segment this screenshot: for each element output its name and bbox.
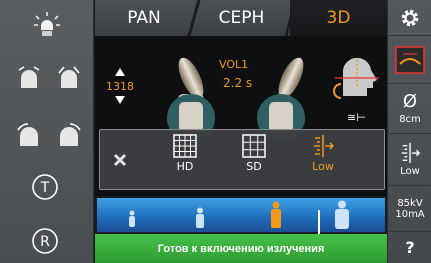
head-side-left-icon: [17, 123, 38, 146]
fov-button[interactable]: Ø 8cm: [388, 84, 431, 134]
t-button[interactable]: T: [30, 172, 60, 202]
circle-t-icon: T: [32, 174, 58, 200]
sensor-icon: ≅⊢: [347, 111, 366, 124]
status-bar: Готов к включению излучения: [95, 234, 387, 263]
tab-3d[interactable]: 3D: [290, 0, 387, 36]
ma-value: 10mA: [395, 208, 425, 220]
patient-size-selector: [95, 196, 387, 263]
dose-button[interactable]: Low: [388, 134, 431, 186]
dose-label: Low: [400, 166, 420, 177]
head-side-right-button[interactable]: [54, 120, 84, 150]
r-button[interactable]: R: [30, 226, 60, 256]
help-button[interactable]: ?: [388, 232, 431, 263]
grid-hd-icon: [173, 134, 197, 158]
light-button[interactable]: [32, 10, 62, 40]
mode-tabs: PAN CEPH 3D: [95, 0, 387, 36]
head-tilt-down-icon: [18, 66, 40, 88]
option-sd[interactable]: SD: [224, 134, 284, 188]
adult-large-icon[interactable]: [333, 200, 351, 230]
exposure-time: 2.2 s: [223, 76, 253, 90]
r-label: R: [40, 234, 50, 250]
arrow-up-icon: [115, 68, 125, 76]
fov-value: 8cm: [399, 113, 421, 125]
gear-icon: [401, 9, 419, 26]
shape-icon: [333, 83, 342, 99]
right-panel: Ø 8cm Low 85kV 10mA ?: [387, 0, 431, 263]
diameter-icon: Ø: [402, 90, 418, 112]
left-panel: T R: [0, 0, 94, 263]
option-low[interactable]: Low: [293, 134, 353, 188]
tab-ceph-label: CEPH: [218, 8, 265, 28]
status-text: Готов к включению излучения: [157, 242, 325, 255]
option-hd[interactable]: HD: [155, 134, 215, 188]
head-tilt-down-button[interactable]: [14, 62, 44, 92]
head-side-right-icon: [60, 123, 81, 146]
adult-medium-icon[interactable]: [269, 201, 283, 229]
head-tilt-up-icon: [58, 66, 80, 88]
close-button[interactable]: [106, 146, 134, 174]
height-value: 1318: [106, 80, 134, 93]
circle-r-icon: R: [32, 228, 58, 254]
low-dose-icon: [401, 142, 421, 164]
volume-label: VOL1: [219, 58, 249, 71]
option-sd-label: SD: [246, 160, 262, 173]
resolution-dialog: HD SD Low: [99, 129, 385, 190]
tab-ceph[interactable]: CEPH: [193, 0, 290, 36]
kv-value: 85kV: [397, 197, 423, 209]
tab-pan-label: PAN: [127, 8, 161, 28]
child-icon[interactable]: [194, 207, 206, 229]
tab-3d-label: 3D: [326, 8, 351, 28]
tab-pan[interactable]: PAN: [95, 0, 193, 36]
child-small-icon[interactable]: [127, 210, 137, 228]
option-hd-label: HD: [176, 160, 194, 173]
patient-preview-button[interactable]: [388, 36, 431, 84]
help-icon: ?: [405, 238, 415, 257]
xray-thumbnail-icon: [395, 45, 425, 74]
option-low-label: Low: [312, 160, 334, 173]
head-tilt-up-button[interactable]: [54, 62, 84, 92]
head-side-left-button[interactable]: [14, 120, 44, 150]
grid-sd-icon: [242, 134, 266, 158]
arrow-down-icon: [115, 96, 125, 104]
t-label: T: [40, 180, 50, 196]
exposure-params[interactable]: 85kV 10mA: [388, 186, 431, 232]
close-icon: [113, 153, 127, 167]
light-icon: [34, 12, 60, 36]
low-dose-icon: [314, 135, 335, 157]
svg-text:≅⊢: ≅⊢: [347, 111, 366, 124]
settings-button[interactable]: [388, 0, 431, 36]
